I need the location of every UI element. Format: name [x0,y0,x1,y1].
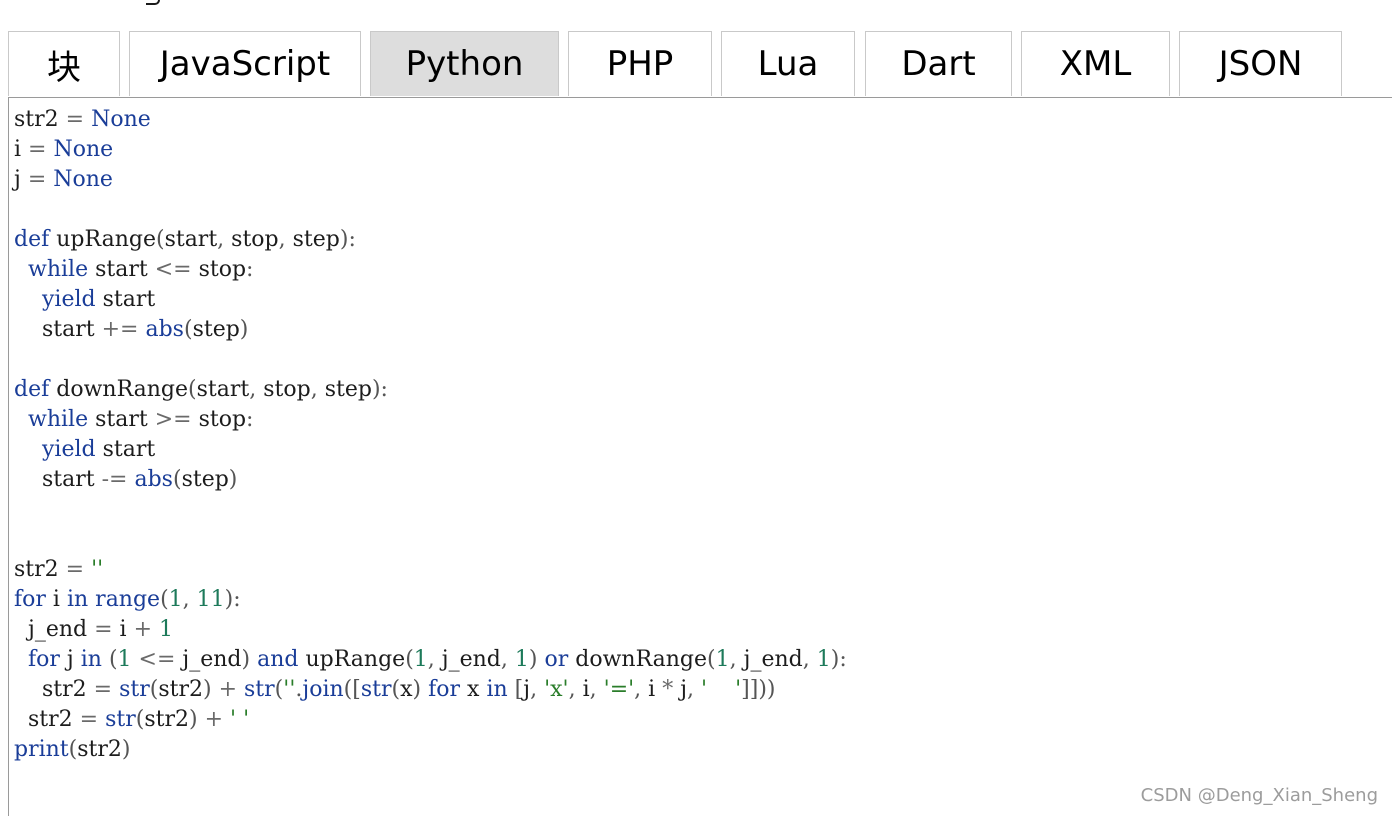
code-line: str2 = str(str2) + str(''.join([str(x) f… [41,677,776,702]
tab-label: Python [405,44,524,84]
code-line: while start <= stop: [28,257,254,282]
code-line: yield start [41,287,156,312]
tab-label: JavaScript [159,44,331,84]
code-line: str2 = '' [14,557,104,582]
tab-python[interactable]: Python [370,31,559,96]
cropped-glyph [146,0,160,5]
tab-label: 块 [47,47,81,88]
watermark: CSDN @Deng_Xian_Sheng [1140,785,1378,806]
code-line: for i in range(1, 11): [14,587,241,612]
generated-code[interactable]: str2 = None i = None j = None def upRange(s… [14,105,847,765]
tab-dart[interactable]: Dart [865,31,1012,96]
code-line: j = None [14,167,113,192]
tab-label: Dart [901,44,976,84]
tab-json[interactable]: JSON [1179,31,1342,96]
tab-blocks[interactable]: 块 [8,31,120,96]
code-line: i = None [14,137,114,162]
tab-label: PHP [606,44,674,84]
code-line: start += abs(step) [41,317,249,342]
tab-label: Lua [757,44,819,84]
tab-label: XML [1059,44,1132,84]
code-line: def downRange(start, stop, step): [14,377,388,402]
tab-php[interactable]: PHP [568,31,712,96]
tab-javascript[interactable]: JavaScript [129,31,361,96]
code-line: str2 = None [14,107,151,132]
tab-label: JSON [1218,44,1303,84]
previous-content-edge [0,0,1392,6]
code-line: def upRange(start, stop, step): [14,227,356,252]
code-line: for j in (1 <= j_end) and upRange(1, j_e… [28,647,847,672]
code-line: print(str2) [14,737,131,762]
code-line: yield start [41,437,156,462]
language-tab-bar: 块 JavaScript Python PHP Lua Dart XML JSO… [0,31,1392,98]
code-line: j_end = i + 1 [28,617,174,642]
tab-xml[interactable]: XML [1021,31,1170,96]
tab-lua[interactable]: Lua [721,31,855,96]
code-line: start -= abs(step) [41,467,238,492]
code-line: str2 = str(str2) + ' ' [28,707,250,732]
code-line: while start >= stop: [28,407,254,432]
